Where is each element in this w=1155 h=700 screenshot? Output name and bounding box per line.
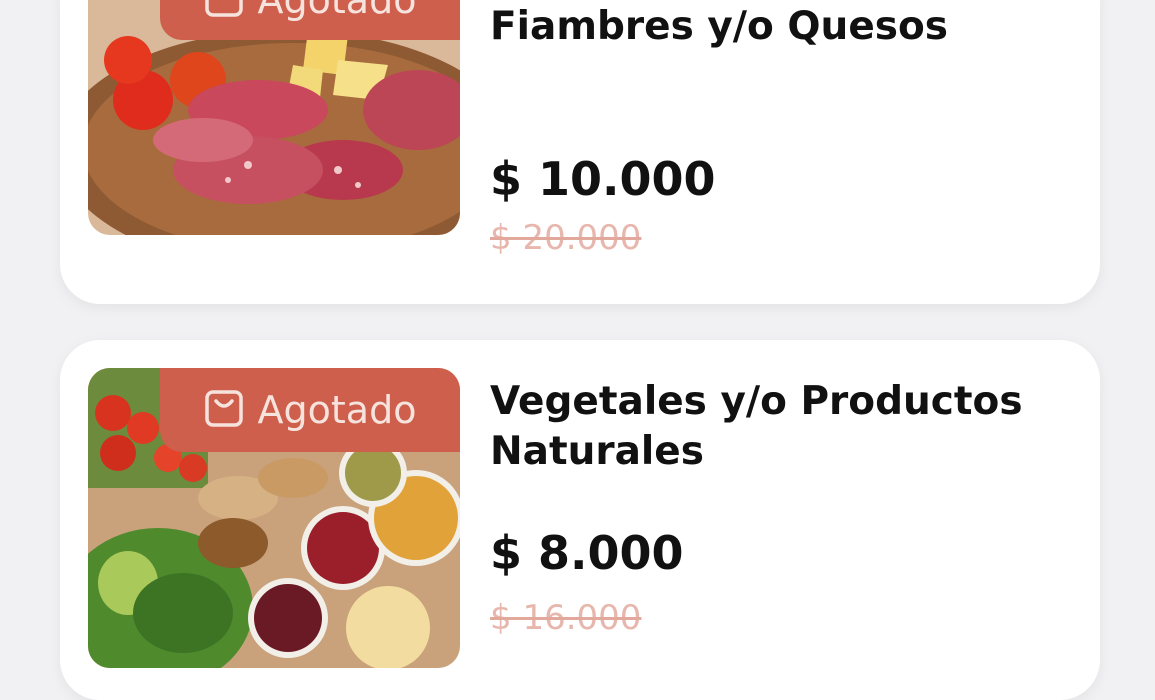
sold-out-badge: Agotado — [160, 0, 460, 40]
badge-label: Agotado — [257, 388, 417, 432]
product-card-fiambres[interactable]: Agotado Fiambres y/o Quesos $ 10.000 $ 2… — [60, 0, 1100, 304]
product-original-price: $ 16.000 — [490, 598, 642, 638]
product-price: $ 8.000 — [490, 526, 684, 580]
product-original-price: $ 20.000 — [490, 218, 642, 258]
product-card-vegetales[interactable]: Agotado Vegetales y/o Productos Naturale… — [60, 340, 1100, 700]
product-price: $ 10.000 — [490, 152, 716, 206]
product-title[interactable]: Fiambres y/o Quesos — [490, 2, 1050, 52]
sold-out-badge: Agotado — [160, 368, 460, 452]
shopping-bag-icon — [204, 0, 244, 27]
shopping-bag-icon — [204, 384, 244, 437]
badge-label: Agotado — [257, 0, 417, 22]
product-title[interactable]: Vegetales y/o Productos Naturales — [490, 377, 1050, 477]
